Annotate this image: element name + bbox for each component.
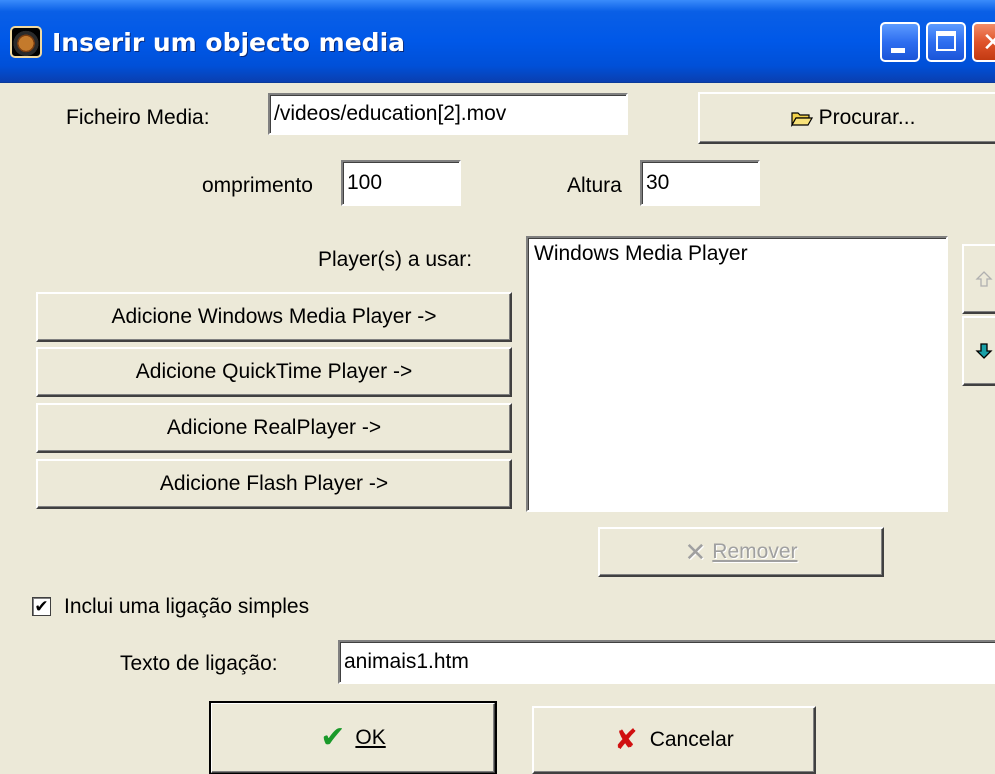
ok-button[interactable]: ✔ OK	[209, 701, 497, 774]
add-quicktime-player-button[interactable]: Adicione QuickTime Player ->	[36, 347, 512, 397]
remove-icon: ✕	[684, 537, 707, 567]
add-flash-player-button[interactable]: Adicione Flash Player ->	[36, 459, 512, 509]
ok-label: OK	[355, 726, 386, 749]
width-input[interactable]: 100	[341, 160, 461, 206]
include-link-label: Inclui uma ligação simples	[64, 595, 310, 618]
app-icon	[10, 26, 42, 58]
height-label: Altura	[567, 174, 622, 197]
minimize-button[interactable]	[880, 22, 920, 62]
players-list[interactable]: Windows Media Player	[526, 236, 948, 512]
add-windows-media-player-label: Adicione Windows Media Player ->	[111, 305, 437, 328]
list-item[interactable]: Windows Media Player	[534, 242, 940, 266]
add-realplayer-button[interactable]: Adicione RealPlayer ->	[36, 403, 512, 453]
close-button[interactable]	[972, 22, 995, 62]
height-input[interactable]: 30	[640, 160, 760, 206]
arrow-up-icon	[975, 271, 993, 287]
maximize-button[interactable]	[926, 22, 966, 62]
media-file-input[interactable]: /videos/education[2].mov	[268, 93, 628, 135]
cancel-label: Cancelar	[649, 728, 734, 751]
add-realplayer-label: Adicione RealPlayer ->	[166, 416, 382, 439]
width-label: omprimento	[202, 174, 313, 197]
add-quicktime-player-label: Adicione QuickTime Player ->	[135, 360, 413, 383]
browse-label: Procurar...	[818, 106, 916, 129]
window-title: Inserir um objecto media	[52, 28, 406, 57]
link-text-input[interactable]: animais1.htm	[338, 640, 995, 684]
include-link-checkbox[interactable]: ✔	[32, 597, 51, 616]
cancel-x-icon: ✘	[614, 724, 638, 755]
move-down-button[interactable]	[962, 316, 995, 386]
remove-button[interactable]: ✕ Remover	[598, 527, 884, 577]
media-file-label: Ficheiro Media:	[66, 106, 210, 129]
link-text-label: Texto de ligação:	[120, 652, 278, 675]
players-label: Player(s) a usar:	[318, 248, 473, 271]
add-flash-player-label: Adicione Flash Player ->	[159, 472, 389, 495]
checkmark-icon: ✔	[320, 721, 346, 754]
folder-open-icon	[790, 112, 813, 127]
remove-label: Remover	[712, 540, 798, 563]
add-windows-media-player-button[interactable]: Adicione Windows Media Player ->	[36, 292, 512, 342]
title-bar[interactable]: Inserir um objecto media	[0, 0, 995, 83]
move-up-button[interactable]	[962, 244, 995, 314]
browse-button[interactable]: Procurar...	[698, 92, 995, 144]
arrow-down-icon	[975, 343, 993, 359]
